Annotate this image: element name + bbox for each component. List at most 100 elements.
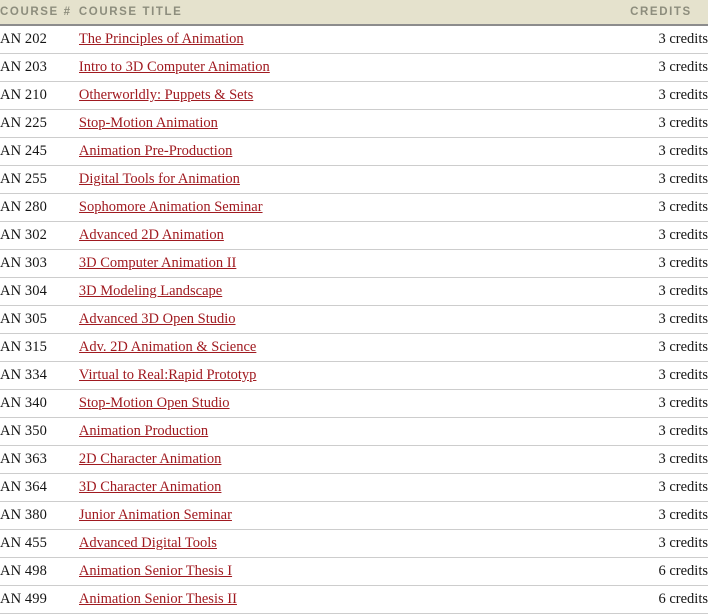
table-header-row: COURSE # COURSE TITLE CREDITS	[0, 0, 708, 26]
course-title-link[interactable]: Intro to 3D Computer Animation	[79, 59, 270, 75]
credits-cell: 6 credits	[630, 557, 708, 586]
course-title-cell: The Principles of Animation	[78, 25, 631, 54]
credits-cell: 3 credits	[630, 445, 708, 474]
column-header-course-title: COURSE TITLE	[78, 0, 631, 26]
table-row: AN 302 Advanced 2D Animation 3 credits	[0, 221, 708, 250]
course-title-cell: Animation Production	[78, 417, 631, 446]
table-row: AN 380 Junior Animation Seminar 3 credits	[0, 501, 708, 530]
table-row: AN 499 Animation Senior Thesis II 6 credit…	[0, 585, 708, 614]
course-title-link[interactable]: 3D Character Animation	[79, 479, 222, 495]
credits-cell: 3 credits	[630, 165, 708, 194]
course-title-link[interactable]: 2D Character Animation	[79, 451, 222, 467]
column-header-credits: CREDITS	[630, 0, 708, 26]
course-title-cell: 3D Character Animation	[78, 473, 631, 502]
course-title-link[interactable]: Advanced Digital Tools	[79, 535, 217, 551]
course-title-cell: Animation Senior Thesis I	[78, 557, 631, 586]
credits-cell: 3 credits	[630, 25, 708, 54]
course-title-cell: Stop-Motion Animation	[78, 109, 631, 138]
course-number-cell: AN 499	[0, 585, 79, 614]
table-row: AN 202 The Principles of Animation 3 credi…	[0, 25, 708, 54]
course-title-link[interactable]: Animation Production	[79, 423, 208, 439]
course-number-cell: AN 498	[0, 557, 79, 586]
course-title-cell: Adv. 2D Animation & Science	[78, 333, 631, 362]
column-header-course-number: COURSE #	[0, 0, 79, 26]
credits-cell: 3 credits	[630, 417, 708, 446]
credits-cell: 3 credits	[630, 193, 708, 222]
table-row: AN 305 Advanced 3D Open Studio 3 credits	[0, 305, 708, 334]
course-number-cell: AN 315	[0, 333, 79, 362]
course-title-link[interactable]: Virtual to Real:Rapid Prototyp	[79, 367, 257, 383]
course-title-cell: Animation Senior Thesis II	[78, 585, 631, 614]
course-title-cell: Junior Animation Seminar	[78, 501, 631, 530]
course-title-link[interactable]: Junior Animation Seminar	[79, 507, 232, 523]
table-row: AN 363 2D Character Animation 3 credits	[0, 445, 708, 474]
table-row: AN 334 Virtual to Real:Rapid Prototyp 3 cr…	[0, 361, 708, 390]
course-number-cell: AN 305	[0, 305, 79, 334]
table-row: AN 303 3D Computer Animation II 3 credits	[0, 249, 708, 278]
table-row: AN 315 Adv. 2D Animation & Science 3 credi…	[0, 333, 708, 362]
course-title-link[interactable]: Stop-Motion Animation	[79, 115, 218, 131]
table-row: AN 498 Animation Senior Thesis I 6 credits	[0, 557, 708, 586]
table-row: AN 304 3D Modeling Landscape 3 credits	[0, 277, 708, 306]
course-title-link[interactable]: Advanced 3D Open Studio	[79, 311, 236, 327]
credits-cell: 3 credits	[630, 361, 708, 390]
course-title-link[interactable]: Stop-Motion Open Studio	[79, 395, 230, 411]
course-title-link[interactable]: Digital Tools for Animation	[79, 171, 240, 187]
credits-cell: 3 credits	[630, 109, 708, 138]
course-number-cell: AN 280	[0, 193, 79, 222]
course-number-cell: AN 202	[0, 25, 79, 54]
course-title-cell: Advanced 3D Open Studio	[78, 305, 631, 334]
course-title-cell: Intro to 3D Computer Animation	[78, 53, 631, 82]
course-number-cell: AN 225	[0, 109, 79, 138]
credits-cell: 3 credits	[630, 529, 708, 558]
course-title-link[interactable]: Animation Pre-Production	[79, 143, 232, 159]
course-title-link[interactable]: 3D Modeling Landscape	[79, 283, 222, 299]
table-row: AN 280 Sophomore Animation Seminar 3 credi…	[0, 193, 708, 222]
course-number-cell: AN 380	[0, 501, 79, 530]
course-title-link[interactable]: 3D Computer Animation II	[79, 255, 236, 271]
course-number-cell: AN 304	[0, 277, 79, 306]
course-title-cell: Advanced 2D Animation	[78, 221, 631, 250]
credits-cell: 3 credits	[630, 277, 708, 306]
course-title-cell: Sophomore Animation Seminar	[78, 193, 631, 222]
course-number-cell: AN 364	[0, 473, 79, 502]
credits-cell: 3 credits	[630, 137, 708, 166]
table-row: AN 225 Stop-Motion Animation 3 credits	[0, 109, 708, 138]
course-title-cell: Stop-Motion Open Studio	[78, 389, 631, 418]
course-title-link[interactable]: Animation Senior Thesis I	[79, 563, 232, 579]
course-title-link[interactable]: The Principles of Animation	[79, 31, 244, 47]
table-row: AN 350 Animation Production 3 credits	[0, 417, 708, 446]
credits-cell: 3 credits	[630, 501, 708, 530]
course-title-link[interactable]: Otherworldly: Puppets & Sets	[79, 87, 253, 103]
table-row: AN 364 3D Character Animation 3 credits	[0, 473, 708, 502]
table-body: AN 202 The Principles of Animation 3 credi…	[0, 25, 708, 614]
course-title-cell: Virtual to Real:Rapid Prototyp	[78, 361, 631, 390]
course-title-link[interactable]: Animation Senior Thesis II	[79, 591, 237, 607]
credits-cell: 3 credits	[630, 53, 708, 82]
table-row: AN 203 Intro to 3D Computer Animation 3 cr…	[0, 53, 708, 82]
course-number-cell: AN 455	[0, 529, 79, 558]
course-title-cell: Animation Pre-Production	[78, 137, 631, 166]
course-number-cell: AN 245	[0, 137, 79, 166]
course-number-cell: AN 210	[0, 81, 79, 110]
credits-cell: 3 credits	[630, 305, 708, 334]
course-catalog-table: COURSE # COURSE TITLE CREDITS AN 202 The …	[0, 0, 708, 614]
table-row: AN 255 Digital Tools for Animation 3 credi…	[0, 165, 708, 194]
course-title-cell: Otherworldly: Puppets & Sets	[78, 81, 631, 110]
course-title-link[interactable]: Advanced 2D Animation	[79, 227, 224, 243]
course-title-cell: Digital Tools for Animation	[78, 165, 631, 194]
course-title-link[interactable]: Sophomore Animation Seminar	[79, 199, 263, 215]
course-number-cell: AN 302	[0, 221, 79, 250]
course-number-cell: AN 363	[0, 445, 79, 474]
course-number-cell: AN 350	[0, 417, 79, 446]
course-number-cell: AN 203	[0, 53, 79, 82]
course-number-cell: AN 340	[0, 389, 79, 418]
course-title-link[interactable]: Adv. 2D Animation & Science	[79, 339, 256, 355]
credits-cell: 3 credits	[630, 221, 708, 250]
credits-cell: 3 credits	[630, 473, 708, 502]
table-header: COURSE # COURSE TITLE CREDITS	[0, 0, 708, 26]
course-title-cell: 2D Character Animation	[78, 445, 631, 474]
table-row: AN 245 Animation Pre-Production 3 credits	[0, 137, 708, 166]
table-row: AN 340 Stop-Motion Open Studio 3 credits	[0, 389, 708, 418]
table-row: AN 210 Otherworldly: Puppets & Sets 3 cred…	[0, 81, 708, 110]
